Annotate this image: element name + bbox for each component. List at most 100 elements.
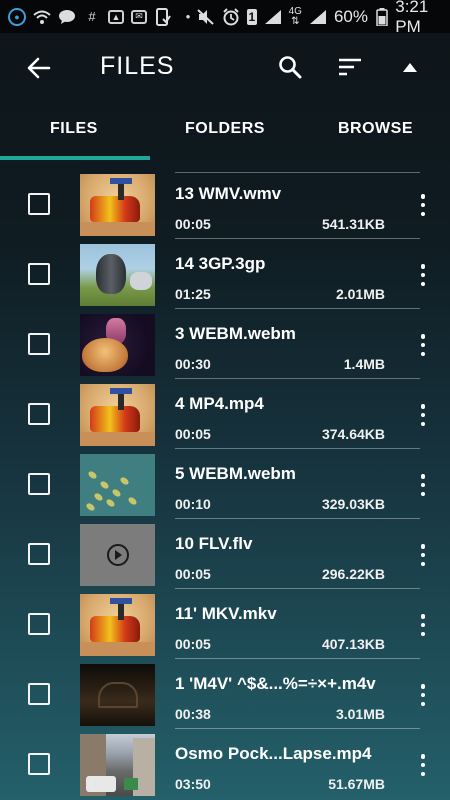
video-thumbnail bbox=[80, 384, 155, 446]
list-divider bbox=[175, 448, 420, 449]
list-item[interactable]: 14 3GP.3gp 01:25 2.01MB bbox=[0, 240, 450, 310]
more-options-button[interactable] bbox=[413, 752, 433, 778]
app-notification-icon: ● bbox=[8, 7, 26, 26]
mute-icon bbox=[197, 8, 215, 26]
file-duration: 00:05 bbox=[175, 216, 211, 232]
slack-icon: # bbox=[88, 9, 96, 24]
signal-icon bbox=[264, 8, 282, 26]
list-divider bbox=[175, 238, 420, 239]
sort-icon bbox=[339, 58, 361, 76]
network-type-indicator: 4G ⇅ bbox=[289, 6, 302, 27]
video-thumbnail bbox=[80, 664, 155, 726]
select-checkbox[interactable] bbox=[28, 613, 50, 635]
status-bar: ● # ▲ ✉ • 1 4G ⇅ 60% 3:21 PM bbox=[0, 0, 450, 36]
search-button[interactable] bbox=[272, 49, 308, 85]
video-thumbnail bbox=[80, 454, 155, 516]
more-vert-icon bbox=[420, 614, 426, 619]
file-size: 3.01MB bbox=[335, 706, 385, 722]
more-vert-icon bbox=[420, 474, 426, 479]
mail-icon: ✉ bbox=[131, 9, 147, 24]
more-options-button[interactable] bbox=[413, 192, 433, 218]
tab-files[interactable]: FILES bbox=[50, 120, 98, 138]
file-name: 11' MKV.mkv bbox=[175, 604, 277, 623]
play-circle-icon bbox=[106, 544, 129, 566]
more-options-button[interactable] bbox=[413, 612, 433, 638]
file-duration: 00:10 bbox=[175, 496, 211, 512]
battery-icon bbox=[375, 7, 388, 26]
video-thumbnail bbox=[80, 594, 155, 656]
list-divider bbox=[175, 308, 420, 309]
more-options-button[interactable] bbox=[413, 682, 433, 708]
file-name: 14 3GP.3gp bbox=[175, 254, 266, 273]
arrow-left-icon bbox=[27, 57, 51, 79]
search-icon bbox=[279, 56, 302, 79]
signal-icon-2 bbox=[309, 8, 327, 26]
video-thumbnail bbox=[80, 244, 155, 306]
list-divider bbox=[175, 658, 420, 659]
more-options-button[interactable] bbox=[413, 402, 433, 428]
file-duration: 00:30 bbox=[175, 356, 211, 372]
file-name: 3 WEBM.webm bbox=[175, 324, 296, 343]
list-divider bbox=[175, 728, 420, 729]
select-checkbox[interactable] bbox=[28, 473, 50, 495]
sort-button[interactable] bbox=[332, 49, 368, 85]
file-name: 13 WMV.wmv bbox=[175, 184, 282, 203]
app-bar: FILES bbox=[0, 33, 450, 100]
video-thumbnail bbox=[80, 314, 155, 376]
battery-percent: 60% bbox=[333, 6, 368, 26]
tab-browse[interactable]: BROWSE bbox=[338, 120, 413, 138]
list-divider bbox=[175, 378, 420, 379]
more-vert-icon bbox=[420, 334, 426, 339]
file-size: 296.22KB bbox=[321, 566, 385, 582]
select-checkbox[interactable] bbox=[28, 683, 50, 705]
more-options-button[interactable] bbox=[413, 472, 433, 498]
triangle-up-icon bbox=[403, 62, 417, 72]
list-item[interactable]: 10 FLV.flv 00:05 296.22KB bbox=[0, 520, 450, 590]
clock: 3:21 PM bbox=[395, 0, 429, 36]
select-checkbox[interactable] bbox=[28, 263, 50, 285]
alarm-icon bbox=[222, 7, 240, 26]
file-size: 374.64KB bbox=[321, 426, 385, 442]
select-checkbox[interactable] bbox=[28, 753, 50, 775]
chat-bubble-icon bbox=[58, 8, 76, 26]
file-size: 2.01MB bbox=[335, 286, 385, 302]
list-item[interactable]: 4 MP4.mp4 00:05 374.64KB bbox=[0, 380, 450, 450]
select-checkbox[interactable] bbox=[28, 193, 50, 215]
select-checkbox[interactable] bbox=[28, 543, 50, 565]
video-thumbnail bbox=[80, 734, 155, 796]
data-arrows-icon: ⇅ bbox=[291, 15, 300, 27]
list-item[interactable]: 13 WMV.wmv 00:05 541.31KB bbox=[0, 170, 450, 240]
file-name: Osmo Pock...Lapse.mp4 bbox=[175, 744, 372, 763]
collapse-button[interactable] bbox=[392, 49, 428, 85]
gallery-icon: ▲ bbox=[108, 9, 124, 24]
file-duration: 00:05 bbox=[175, 566, 211, 582]
tab-folders[interactable]: FOLDERS bbox=[185, 120, 265, 138]
video-thumbnail bbox=[80, 174, 155, 236]
more-vert-icon bbox=[420, 754, 426, 759]
video-thumbnail bbox=[80, 524, 155, 586]
select-checkbox[interactable] bbox=[28, 403, 50, 425]
more-vert-icon bbox=[420, 404, 426, 409]
status-system-icons: 1 4G ⇅ 60% 3:21 PM bbox=[197, 0, 442, 37]
more-vert-icon bbox=[420, 684, 426, 689]
file-list[interactable]: 13 WMV.wmv 00:05 541.31KB 14 3GP.3gp 01:… bbox=[0, 160, 450, 800]
list-item[interactable]: 5 WEBM.webm 00:10 329.03KB bbox=[0, 450, 450, 520]
list-item[interactable]: 11' MKV.mkv 00:05 407.13KB bbox=[0, 590, 450, 660]
more-options-button[interactable] bbox=[413, 332, 433, 358]
more-options-button[interactable] bbox=[413, 262, 433, 288]
list-item[interactable]: Osmo Pock...Lapse.mp4 03:50 51.67MB bbox=[0, 730, 450, 800]
back-button[interactable] bbox=[22, 51, 56, 85]
list-divider bbox=[175, 518, 420, 519]
file-name: 10 FLV.flv bbox=[175, 534, 253, 553]
list-item[interactable]: 3 WEBM.webm 00:30 1.4MB bbox=[0, 310, 450, 380]
file-duration: 00:38 bbox=[175, 706, 211, 722]
file-duration: 03:50 bbox=[175, 776, 211, 792]
list-item[interactable]: 1 'M4V' ^$&...%=÷×+.m4v 00:38 3.01MB bbox=[0, 660, 450, 730]
file-name: 4 MP4.mp4 bbox=[175, 394, 264, 413]
file-duration: 00:05 bbox=[175, 426, 211, 442]
wifi-calling-icon bbox=[33, 8, 51, 26]
more-vert-icon bbox=[420, 544, 426, 549]
file-size: 407.13KB bbox=[321, 636, 385, 652]
select-checkbox[interactable] bbox=[28, 333, 50, 355]
more-options-button[interactable] bbox=[413, 542, 433, 568]
